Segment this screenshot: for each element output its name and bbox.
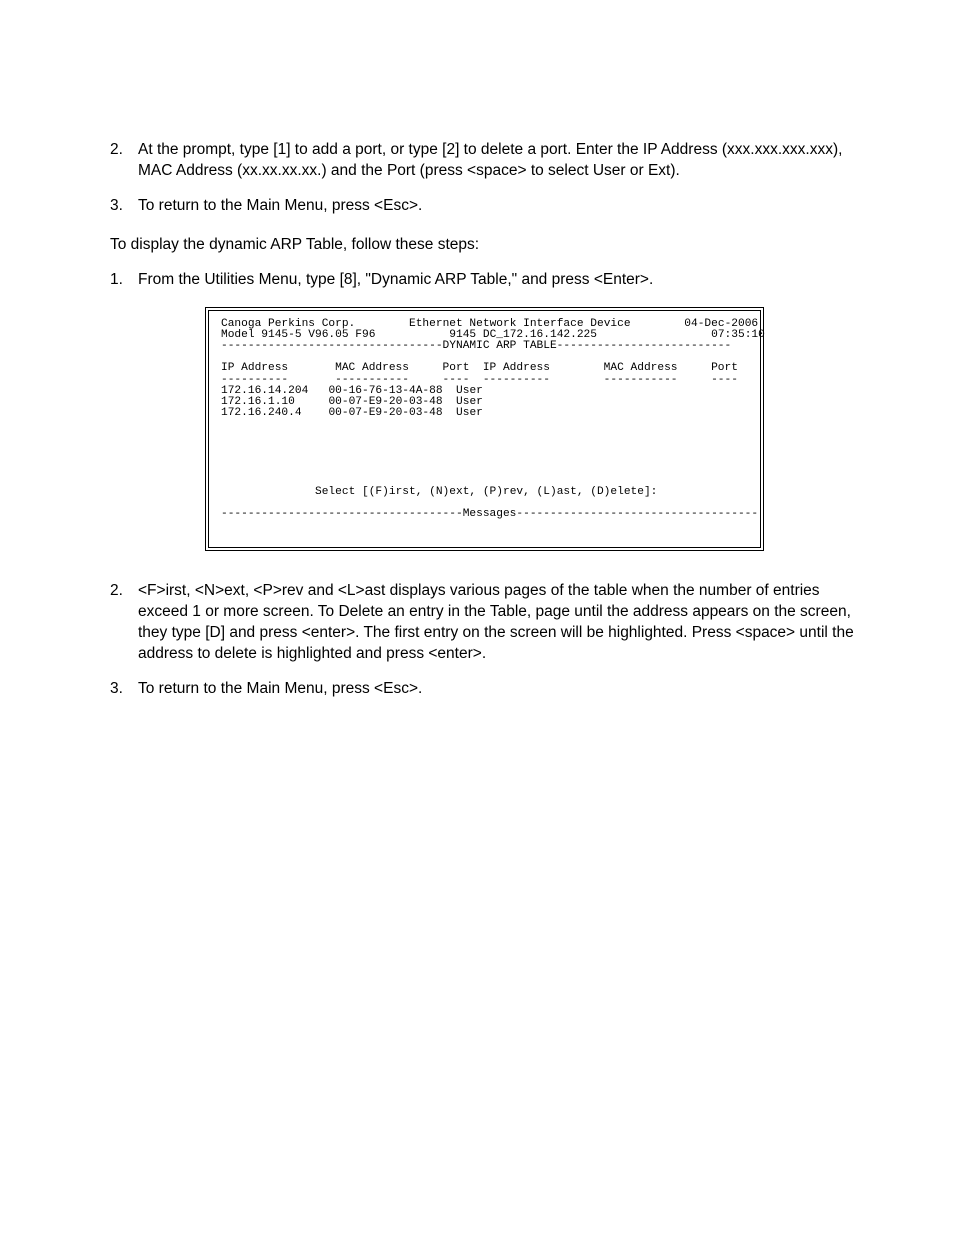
terminal-messages-separator: ------------------------------------Mess… (221, 508, 758, 520)
terminal-content: Canoga Perkins Corp. Ethernet Network In… (208, 310, 761, 549)
terminal-row: 172.16.1.10 00-07-E9-20-03-48 User (221, 396, 483, 408)
terminal-column-headers: IP Address MAC Address Port IP Address M… (221, 362, 738, 374)
item-text: To return to the Main Menu, press <Esc>. (138, 679, 859, 700)
instruction-list-b: 1. From the Utilities Menu, type [8], "D… (110, 270, 859, 291)
item-text: To return to the Main Menu, press <Esc>. (138, 196, 859, 217)
list-item: 3. To return to the Main Menu, press <Es… (110, 679, 859, 700)
item-text: At the prompt, type [1] to add a port, o… (138, 140, 859, 182)
instruction-list-a: 2. At the prompt, type [1] to add a port… (110, 140, 859, 217)
item-text: <F>irst, <N>ext, <P>rev and <L>ast displ… (138, 581, 859, 665)
list-item: 3. To return to the Main Menu, press <Es… (110, 196, 859, 217)
terminal-row: 172.16.14.204 00-16-76-13-4A-88 User (221, 385, 483, 397)
terminal-header-line2: Model 9145-5 V96.05 F96 9145 DC_172.16.1… (221, 329, 765, 341)
item-number: 1. (110, 270, 138, 291)
terminal-column-underline: ---------- ----------- ---- ---------- -… (221, 374, 738, 386)
list-item: 2. <F>irst, <N>ext, <P>rev and <L>ast di… (110, 581, 859, 665)
terminal-title-separator: ---------------------------------DYNAMIC… (221, 340, 731, 352)
terminal-screenshot: Canoga Perkins Corp. Ethernet Network In… (205, 307, 859, 552)
instruction-list-c: 2. <F>irst, <N>ext, <P>rev and <L>ast di… (110, 581, 859, 700)
item-text: From the Utilities Menu, type [8], "Dyna… (138, 270, 859, 291)
item-number: 3. (110, 679, 138, 700)
item-number: 2. (110, 581, 138, 665)
terminal-select-prompt: Select [(F)irst, (N)ext, (P)rev, (L)ast,… (221, 486, 657, 498)
terminal-header-line1: Canoga Perkins Corp. Ethernet Network In… (221, 318, 758, 330)
terminal-border-outer: Canoga Perkins Corp. Ethernet Network In… (205, 307, 764, 552)
list-item: 2. At the prompt, type [1] to add a port… (110, 140, 859, 182)
intro-paragraph: To display the dynamic ARP Table, follow… (110, 235, 859, 256)
list-item: 1. From the Utilities Menu, type [8], "D… (110, 270, 859, 291)
terminal-row: 172.16.240.4 00-07-E9-20-03-48 User (221, 407, 483, 419)
item-number: 2. (110, 140, 138, 182)
document-page: 2. At the prompt, type [1] to add a port… (0, 0, 954, 754)
item-number: 3. (110, 196, 138, 217)
